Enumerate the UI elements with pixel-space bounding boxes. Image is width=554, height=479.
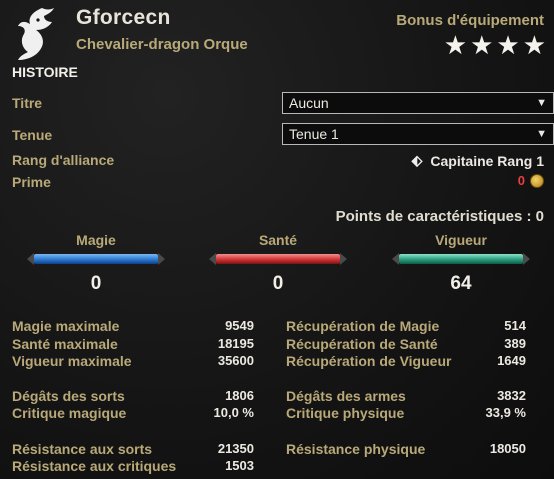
stat-value: 18195: [217, 336, 254, 351]
equipment-bonus-stars: ★ ★ ★ ★: [444, 32, 546, 58]
title-dropdown-value: Aucun: [289, 95, 329, 111]
attribute-name: Vigueur: [435, 232, 487, 248]
attribute-stamina[interactable]: Vigueur 64: [391, 232, 531, 295]
stat-value: 33,9 %: [485, 405, 526, 420]
star-icon: ★: [522, 30, 546, 60]
stamina-bar: [399, 254, 523, 264]
attribute-value: 0: [90, 273, 102, 294]
equipment-bonus-title: Bonus d'équipement: [396, 12, 544, 29]
stat-label: Récupération de Magie: [286, 318, 440, 334]
stat-value: 514: [504, 318, 526, 333]
stat-value: 3832: [497, 388, 526, 403]
stat-label: Critique magique: [12, 405, 127, 421]
star-icon: ★: [443, 30, 468, 60]
stat-value: 389: [504, 336, 526, 351]
stat-label: Dégâts des sorts: [12, 388, 125, 404]
stat-value: 18050: [489, 441, 526, 456]
attribute-points: Points de caractéristiques : 0: [335, 208, 544, 225]
stat-value: 1503: [225, 458, 254, 473]
title-dropdown[interactable]: Aucun ▼: [282, 92, 554, 114]
stat-label: Résistance aux critiques: [12, 458, 177, 474]
health-bar: [216, 254, 340, 264]
star-icon: ★: [496, 30, 520, 60]
outfit-dropdown-value: Tenue 1: [289, 126, 339, 142]
stat-label: Vigueur maximale: [12, 353, 132, 369]
attribute-health[interactable]: Santé 0: [208, 232, 348, 295]
stat-value: 21350: [217, 441, 254, 456]
star-icon: ★: [470, 30, 494, 60]
stat-value: 35600: [217, 353, 254, 368]
stat-label: Dégâts des armes: [286, 388, 406, 404]
stat-value: 1806: [225, 388, 254, 403]
outfit-label: Tenue: [12, 127, 53, 143]
stat-label: Critique physique: [286, 405, 405, 421]
alliance-rank: ⬖ Capitaine Rang 1: [412, 152, 544, 169]
stat-value: 1649: [497, 353, 526, 368]
attribute-magicka[interactable]: Magie 0: [26, 232, 166, 295]
dragon-emblem-icon: [12, 6, 60, 62]
bounty: 0: [518, 173, 544, 188]
stat-label: Résistance aux sorts: [12, 441, 153, 457]
stat-value: 9549: [225, 318, 254, 333]
attribute-value: 0: [272, 273, 284, 294]
rank-insignia-icon: ⬖: [411, 152, 423, 168]
character-class-race: Chevalier-dragon Orque: [76, 36, 248, 53]
outfit-dropdown[interactable]: Tenue 1 ▼: [282, 123, 554, 145]
stat-label: Récupération de Santé: [286, 336, 438, 352]
alliance-rank-label: Rang d'alliance: [12, 152, 115, 168]
history-section-title: HISTOIRE: [12, 64, 78, 80]
character-name: Gforcecn: [76, 6, 171, 29]
magicka-bar: [34, 254, 158, 264]
attribute-name: Santé: [258, 232, 298, 248]
bounty-label: Prime: [12, 174, 51, 190]
dropdown-arrow-icon: ▼: [536, 128, 547, 140]
stat-label: Magie maximale: [12, 318, 120, 334]
attribute-value: 64: [450, 273, 472, 294]
attribute-name: Magie: [76, 232, 116, 248]
stat-label: Santé maximale: [12, 336, 118, 352]
stat-label: Résistance physique: [286, 441, 426, 457]
dropdown-arrow-icon: ▼: [536, 97, 547, 109]
stat-value: 10,0 %: [213, 405, 254, 420]
title-label: Titre: [12, 95, 43, 111]
bounty-value: 0: [517, 173, 525, 188]
gold-coin-icon: [530, 173, 544, 188]
stat-label: Récupération de Vigueur: [286, 353, 452, 369]
alliance-rank-value: Capitaine Rang 1: [430, 152, 544, 169]
